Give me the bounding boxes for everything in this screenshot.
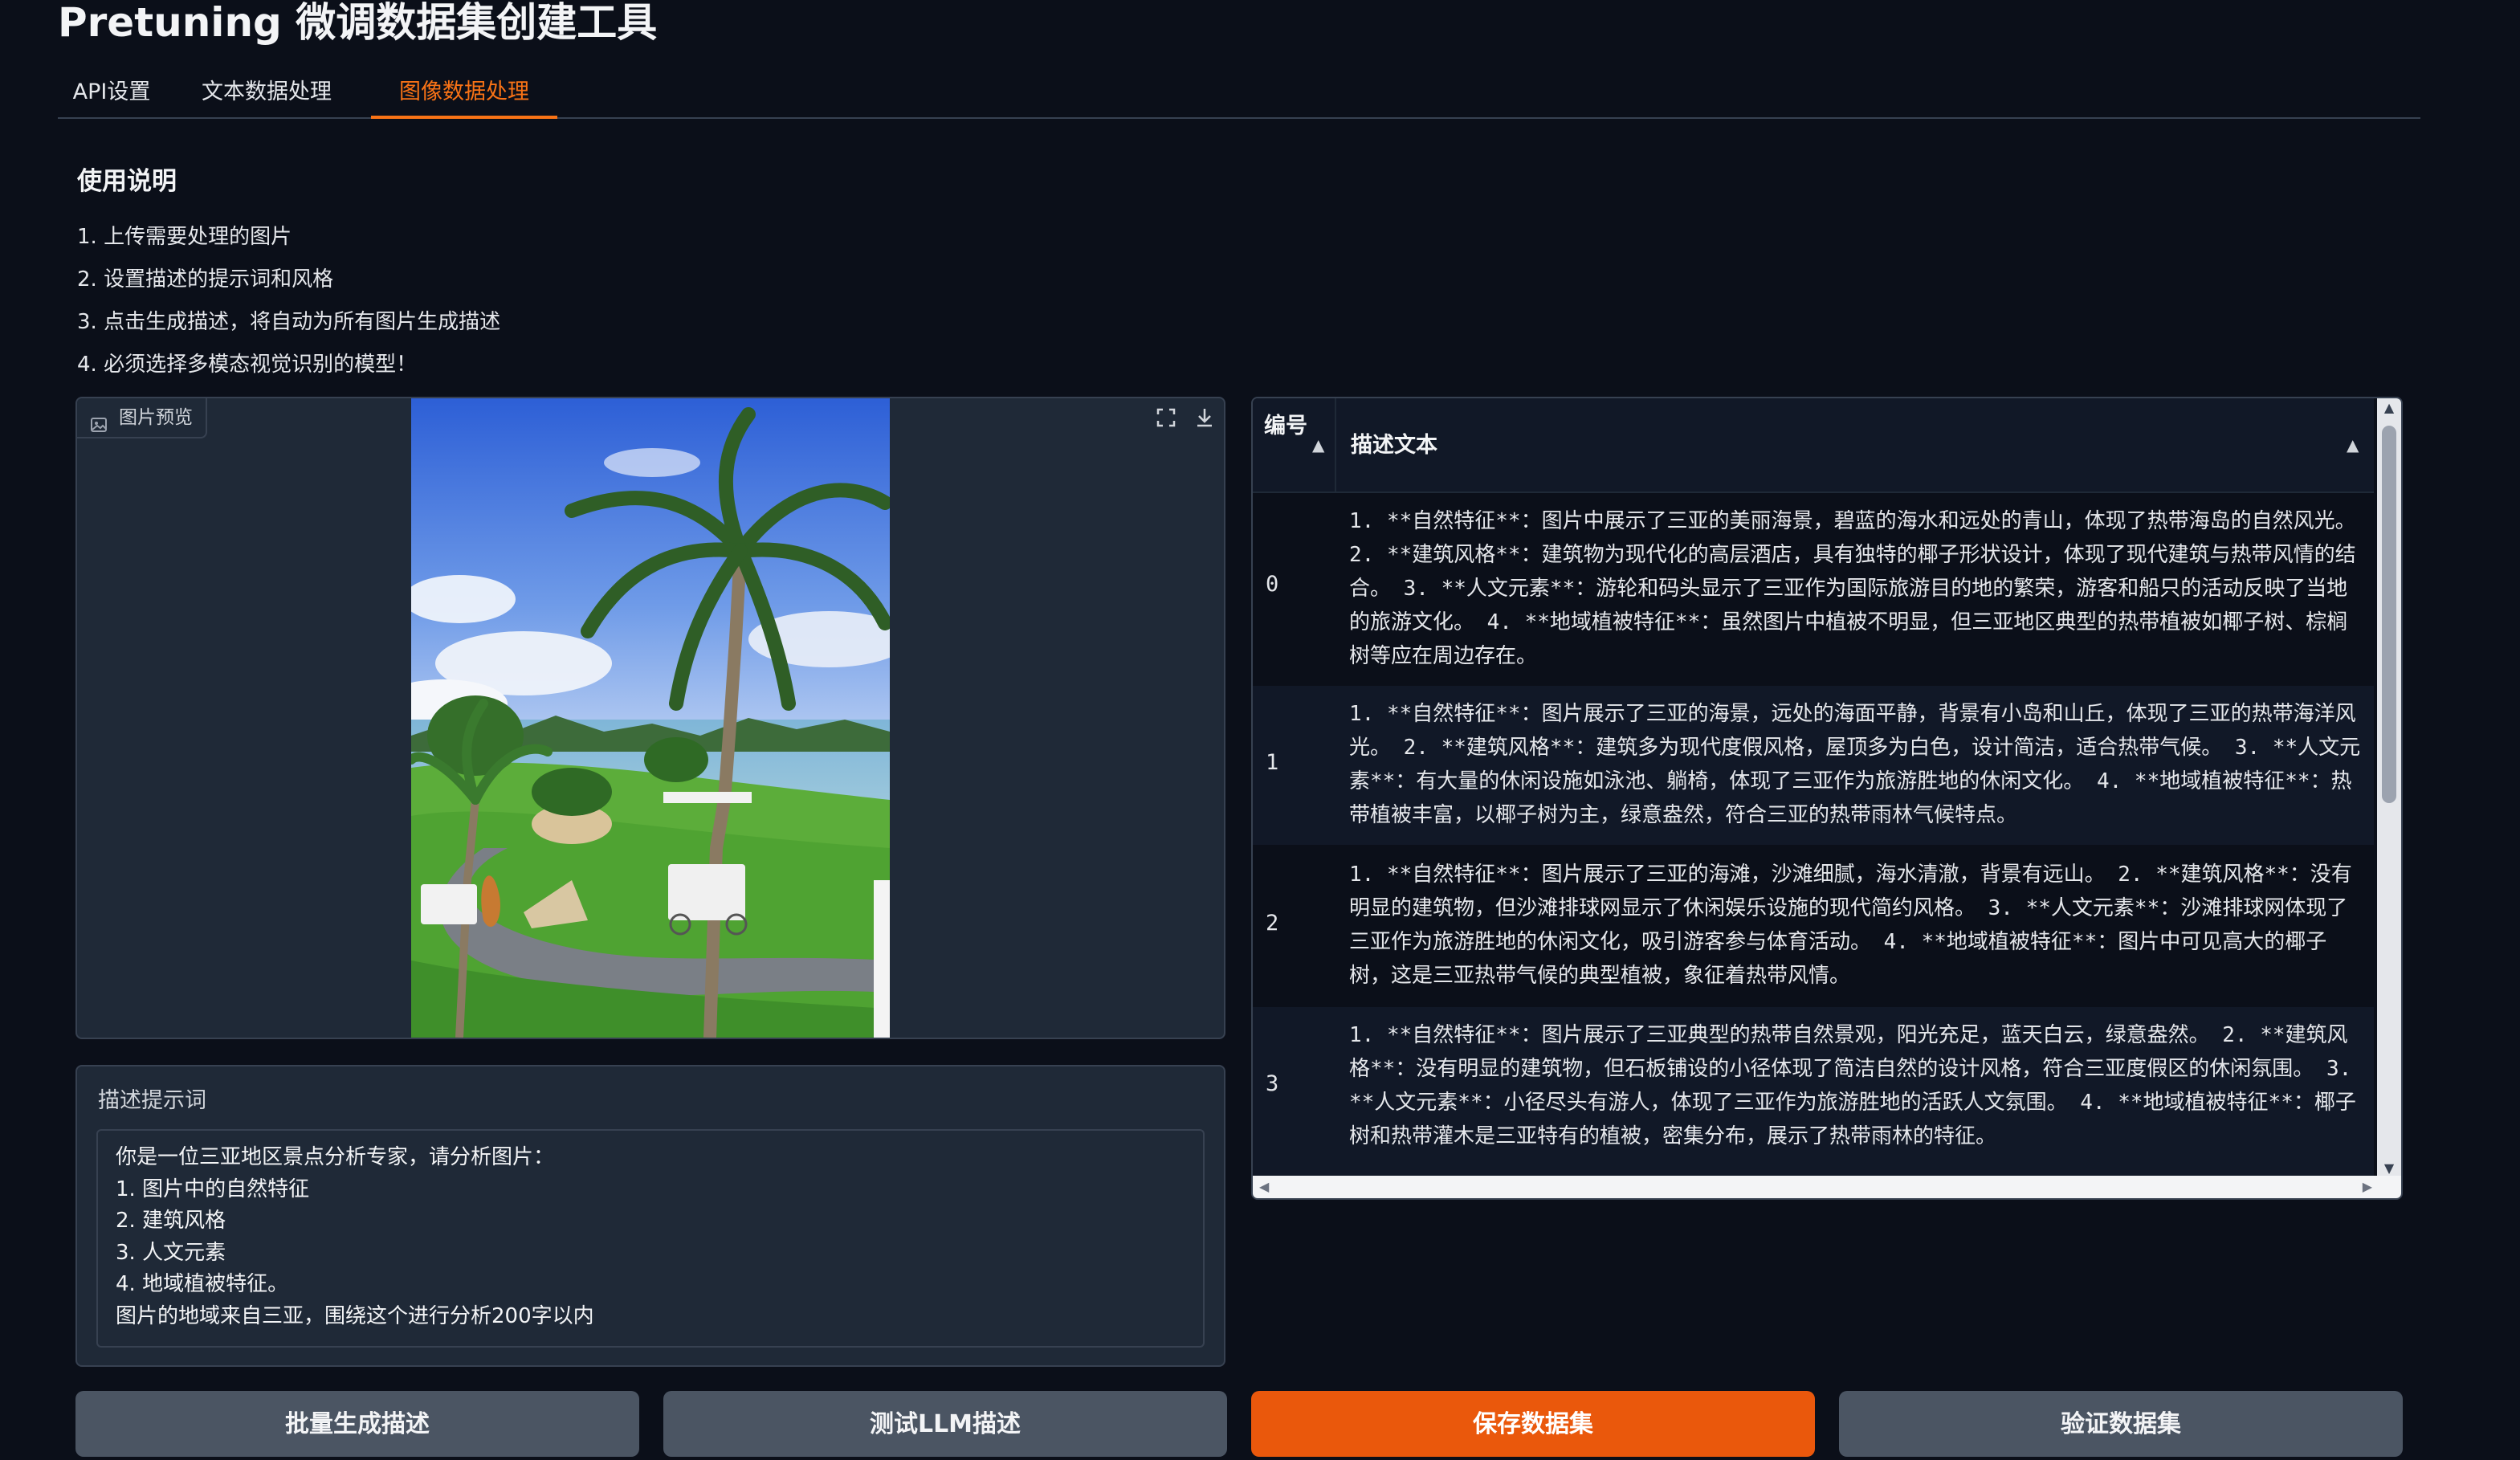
save-dataset-button[interactable]: 保存数据集 [1251, 1391, 1815, 1457]
row-id: 2 [1266, 911, 1279, 936]
table-row[interactable]: 0 1. **自然特征**：图片中展示了三亚的美丽海景，碧蓝的海水和远处的青山，… [1253, 493, 2374, 686]
instruction-line: 4. 必须选择多模态视觉识别的模型！ [77, 353, 418, 377]
prompt-label: 描述提示词 [98, 1088, 206, 1113]
image-icon [90, 409, 108, 447]
scroll-down-icon[interactable]: ▼ [2377, 1160, 2401, 1176]
row-id: 1 [1266, 750, 1279, 775]
batch-generate-button[interactable]: 批量生成描述 [75, 1391, 639, 1457]
prompt-panel: 描述提示词 你是一位三亚地区景点分析专家，请分析图片： 1. 图片中的自然特征 … [75, 1065, 1225, 1367]
tab-image-data[interactable]: 图像数据处理 [371, 71, 557, 119]
row-description: 1. **自然特征**：图片展示了三亚典型的热带自然景观，阳光充足，蓝天白云，绿… [1349, 1023, 2356, 1148]
app-title: Pretuning 微调数据集创建工具 [58, 0, 658, 46]
image-preview-label: 图片预览 [77, 398, 207, 438]
instruction-line: 2. 设置描述的提示词和风格 [77, 267, 334, 292]
instruction-line: 3. 点击生成描述，将自动为所有图片生成描述 [77, 310, 501, 334]
tab-text-data[interactable]: 文本数据处理 [198, 71, 336, 119]
validate-dataset-button[interactable]: 验证数据集 [1839, 1391, 2403, 1457]
download-icon[interactable] [1189, 402, 1221, 434]
vertical-scrollbar[interactable]: ▲ ▼ [2377, 398, 2401, 1177]
scrollbar-thumb[interactable] [2382, 426, 2396, 803]
column-header-description[interactable]: 描述文本 [1351, 398, 1437, 493]
table-row[interactable]: 1 1. **自然特征**：图片展示了三亚的海景，远处的海面平静，背景有小岛和山… [1253, 686, 2374, 846]
table-row[interactable]: 3 1. **自然特征**：图片展示了三亚典型的热带自然景观，阳光充足，蓝天白云… [1253, 1007, 2374, 1177]
row-id: 3 [1266, 1071, 1279, 1096]
sort-arrow-icon[interactable]: ▲ [2347, 435, 2359, 455]
row-description: 1. **自然特征**：图片展示了三亚的海滩，沙滩细腻，海水清澈，背景有远山。 … [1349, 863, 2352, 988]
scroll-left-icon[interactable]: ◀ [1259, 1176, 1269, 1198]
prompt-textarea[interactable]: 你是一位三亚地区景点分析专家，请分析图片： 1. 图片中的自然特征 2. 建筑风… [96, 1129, 1205, 1348]
horizontal-scrollbar[interactable]: ◀ ▶ [1253, 1176, 2401, 1198]
preview-image [411, 398, 890, 1038]
sort-arrow-icon[interactable]: ▲ [1312, 435, 1324, 455]
row-id: 0 [1266, 572, 1279, 597]
column-header-id[interactable]: 编号 [1264, 410, 1312, 443]
fullscreen-icon[interactable] [1150, 402, 1182, 434]
table-row[interactable]: 2 1. **自然特征**：图片展示了三亚的海滩，沙滩细腻，海水清澈，背景有远山… [1253, 846, 2374, 1007]
instruction-line: 1. 上传需要处理的图片 [77, 225, 292, 249]
image-preview-label-text: 图片预览 [119, 407, 193, 428]
image-preview-panel[interactable]: 图片预览 [75, 397, 1225, 1039]
instructions: 使用说明 1. 上传需要处理的图片 2. 设置描述的提示词和风格 3. 点击生成… [77, 161, 500, 386]
table-header: 编号 ▲ 描述文本 ▲ [1253, 398, 2374, 493]
description-table: 编号 ▲ 描述文本 ▲ 0 1. **自然特征**：图片中展示了三亚的美丽海景，… [1251, 397, 2403, 1200]
tab-api-settings[interactable]: API设置 [58, 71, 165, 119]
instructions-heading: 使用说明 [77, 167, 177, 196]
scroll-right-icon[interactable]: ▶ [2363, 1176, 2372, 1198]
row-description: 1. **自然特征**：图片展示了三亚的海景，远处的海面平静，背景有小岛和山丘，… [1349, 702, 2361, 827]
scroll-up-icon[interactable]: ▲ [2377, 400, 2401, 415]
test-llm-button[interactable]: 测试LLM描述 [663, 1391, 1227, 1457]
tab-bar: API设置 文本数据处理 图像数据处理 [58, 71, 2420, 119]
row-description: 1. **自然特征**：图片中展示了三亚的美丽海景，碧蓝的海水和远处的青山，体现… [1349, 509, 2356, 668]
